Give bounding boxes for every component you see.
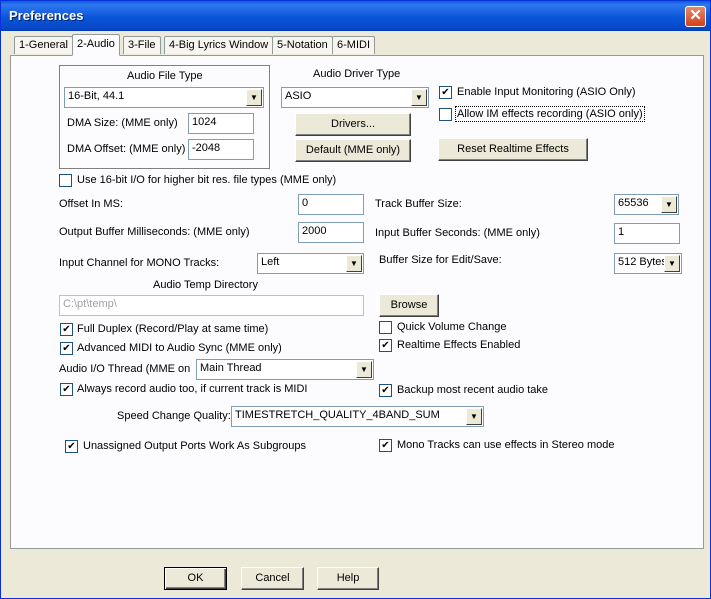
unassigned-output-ports-checkbox[interactable] (65, 440, 78, 453)
tab-midi[interactable]: 6-MIDI (332, 36, 375, 54)
quick-volume-change-label: Quick Volume Change (397, 321, 507, 333)
output-buffer-ms-label: Output Buffer Milliseconds: (MME only) (59, 226, 250, 238)
advanced-midi-sync-checkbox[interactable] (60, 342, 73, 355)
realtime-effects-enabled-checkbox[interactable] (379, 339, 392, 352)
tab-label: 3-File (128, 39, 156, 51)
buffer-size-edit-save-label: Buffer Size for Edit/Save: (379, 254, 502, 266)
chevron-down-icon[interactable]: ▼ (661, 196, 677, 213)
audio-file-format-value: 16-Bit, 44.1 (68, 90, 125, 102)
audio-temp-directory-label: Audio Temp Directory (153, 279, 258, 291)
speed-change-quality-label: Speed Change Quality: (117, 410, 231, 422)
tab-file[interactable]: 3-File (123, 36, 161, 54)
audio-driver-value: ASIO (285, 90, 312, 102)
speed-change-quality-select[interactable]: TIMESTRETCH_QUALITY_4BAND_SUM ▼ (231, 406, 484, 427)
buffer-size-edit-save-value: 512 Bytes (618, 256, 667, 268)
dma-size-field[interactable]: 1024 (188, 113, 254, 134)
allow-im-effects-label: Allow IM effects recording (ASIO only) (455, 106, 645, 122)
audio-file-format-select[interactable]: 16-Bit, 44.1 ▼ (64, 87, 264, 108)
speed-change-quality-value: TIMESTRETCH_QUALITY_4BAND_SUM (235, 409, 440, 421)
offset-in-ms-label: Offset In MS: (59, 198, 123, 210)
chevron-down-icon[interactable]: ▼ (411, 89, 427, 106)
drivers-button[interactable]: Drivers... (295, 113, 411, 136)
window-title: Preferences (9, 8, 84, 23)
input-buffer-seconds-field[interactable]: 1 (614, 223, 680, 244)
input-channel-mono-value: Left (261, 256, 280, 268)
enable-input-monitoring-checkbox[interactable] (439, 86, 452, 99)
chevron-down-icon[interactable]: ▼ (356, 361, 372, 378)
backup-audio-take-label: Backup most recent audio take (397, 384, 549, 396)
ok-button[interactable]: OK (164, 567, 227, 590)
offset-in-ms-field[interactable]: 0 (298, 194, 364, 215)
close-icon[interactable]: ✕ (685, 6, 706, 27)
tab-notation[interactable]: 5-Notation (272, 36, 333, 54)
audio-driver-select[interactable]: ASIO ▼ (281, 87, 429, 108)
audio-io-thread-label: Audio I/O Thread (MME on (59, 363, 191, 375)
track-buffer-size-value: 65536 (618, 197, 649, 209)
realtime-effects-enabled-label: Realtime Effects Enabled (397, 339, 521, 351)
full-duplex-label: Full Duplex (Record/Play at same time) (77, 323, 269, 335)
title-bar[interactable]: Preferences ✕ (1, 1, 710, 31)
full-duplex-checkbox[interactable] (60, 323, 73, 336)
chevron-down-icon[interactable]: ▼ (346, 255, 362, 272)
browse-button[interactable]: Browse (379, 294, 439, 317)
audio-file-type-label: Audio File Type (127, 70, 203, 82)
always-record-audio-checkbox[interactable] (60, 383, 73, 396)
input-buffer-seconds-label: Input Buffer Seconds: (MME only) (375, 227, 540, 239)
chevron-down-icon[interactable]: ▼ (664, 255, 680, 272)
dma-offset-field[interactable]: -2048 (188, 139, 254, 160)
output-buffer-ms-field[interactable]: 2000 (298, 222, 364, 243)
tab-general[interactable]: 1-General (14, 36, 73, 54)
use-16bit-io-checkbox[interactable] (59, 174, 72, 187)
enable-input-monitoring-label: Enable Input Monitoring (ASIO Only) (457, 86, 636, 98)
input-channel-mono-select[interactable]: Left ▼ (257, 253, 364, 274)
tab-audio[interactable]: 2-Audio (72, 34, 120, 56)
chevron-down-icon[interactable]: ▼ (466, 408, 482, 425)
tab-label: 2-Audio (77, 38, 115, 50)
tab-label: 1-General (19, 39, 68, 51)
mono-tracks-stereo-effects-label: Mono Tracks can use effects in Stereo mo… (397, 439, 615, 451)
tab-label: 5-Notation (277, 39, 328, 51)
tab-big-lyrics-window[interactable]: 4-Big Lyrics Window (164, 36, 274, 54)
track-buffer-size-label: Track Buffer Size: (375, 198, 462, 210)
tab-label: 6-MIDI (337, 39, 370, 51)
track-buffer-size-select[interactable]: 65536 ▼ (614, 194, 679, 215)
unassigned-output-ports-label: Unassigned Output Ports Work As Subgroup… (83, 440, 306, 452)
default-mme-button[interactable]: Default (MME only) (295, 139, 411, 162)
cancel-button[interactable]: Cancel (241, 567, 304, 590)
always-record-audio-label: Always record audio too, if current trac… (77, 383, 308, 395)
preferences-window: Preferences ✕ 1-General 2-Audio 3-File 4… (0, 0, 711, 599)
advanced-midi-sync-label: Advanced MIDI to Audio Sync (MME only) (77, 342, 282, 354)
chevron-down-icon[interactable]: ▼ (246, 89, 262, 106)
dma-offset-label: DMA Offset: (MME only) (67, 143, 186, 155)
reset-realtime-effects-button[interactable]: Reset Realtime Effects (438, 138, 588, 161)
allow-im-effects-checkbox[interactable] (439, 108, 452, 121)
mono-tracks-stereo-effects-checkbox[interactable] (379, 439, 392, 452)
dma-size-label: DMA Size: (MME only) (67, 117, 178, 129)
use-16bit-io-label: Use 16-bit I/O for higher bit res. file … (77, 174, 337, 186)
audio-io-thread-select[interactable]: Main Thread ▼ (196, 359, 374, 380)
audio-driver-type-label: Audio Driver Type (313, 68, 401, 80)
quick-volume-change-checkbox[interactable] (379, 321, 392, 334)
buffer-size-edit-save-select[interactable]: 512 Bytes ▼ (614, 253, 682, 274)
audio-temp-directory-field[interactable]: C:\pt\temp\ (59, 295, 364, 316)
audio-io-thread-value: Main Thread (200, 362, 262, 374)
help-button[interactable]: Help (317, 567, 379, 590)
backup-audio-take-checkbox[interactable] (379, 384, 392, 397)
tab-label: 4-Big Lyrics Window (169, 39, 269, 51)
input-channel-mono-label: Input Channel for MONO Tracks: (59, 257, 220, 269)
